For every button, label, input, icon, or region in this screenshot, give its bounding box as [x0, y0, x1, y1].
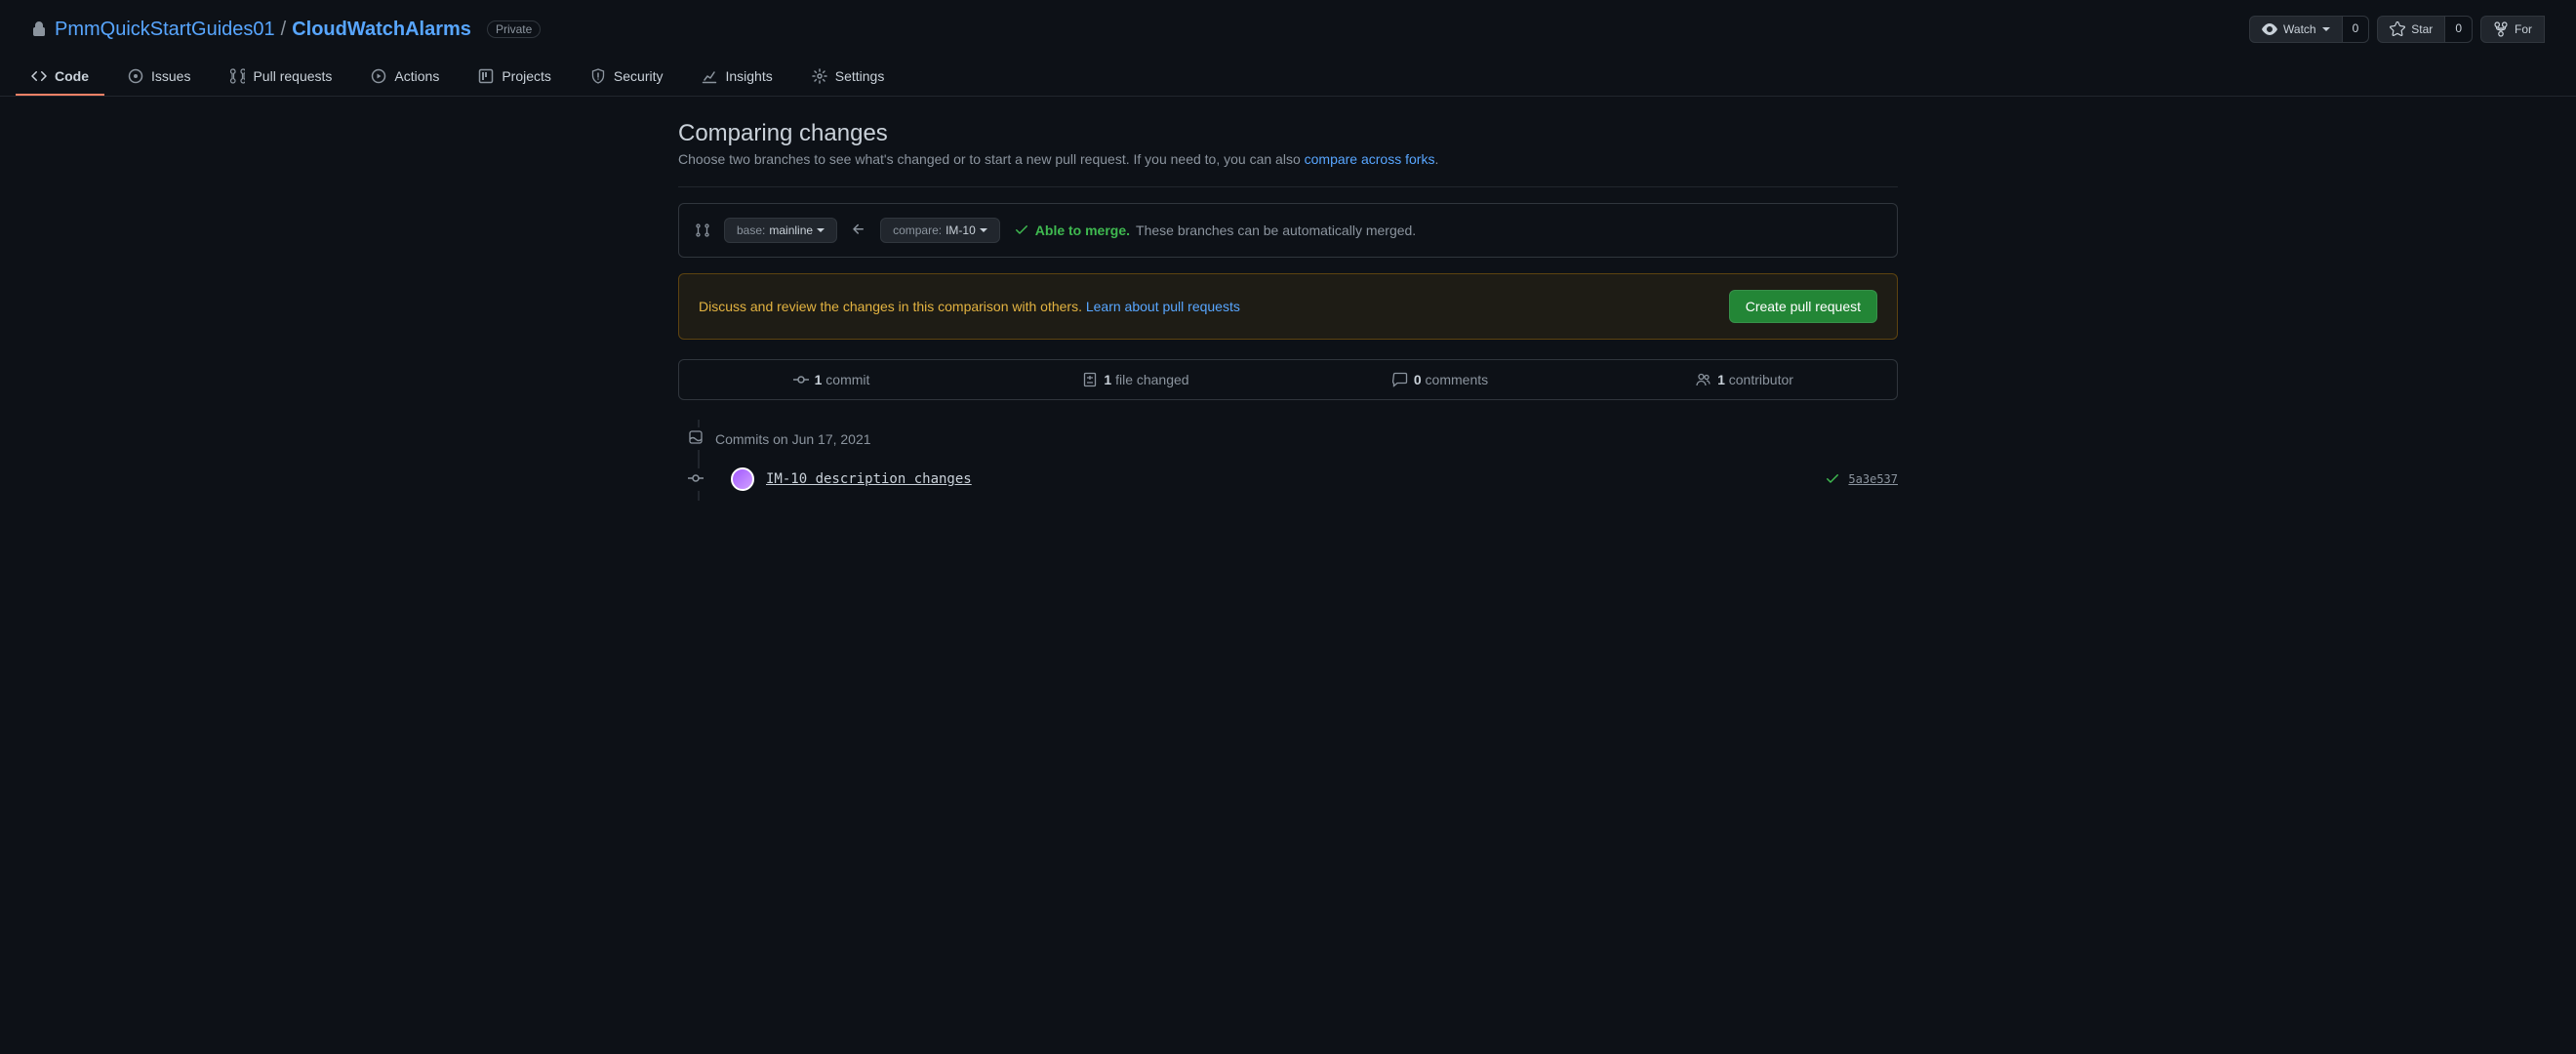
people-icon [1696, 372, 1711, 387]
base-branch-select[interactable]: base: mainline [724, 218, 837, 243]
check-icon [1014, 222, 1029, 240]
fork-button[interactable]: For [2480, 16, 2545, 43]
merge-status-detail: These branches can be automatically merg… [1136, 223, 1416, 238]
compare-icon [695, 223, 710, 238]
tab-actions[interactable]: Actions [355, 59, 455, 96]
issues-icon [128, 68, 143, 84]
range-editor: base: mainline compare: IM-10 Able to me… [678, 203, 1898, 258]
tab-code[interactable]: Code [16, 59, 104, 96]
stat-comments[interactable]: 0 comments [1288, 360, 1592, 399]
caret-down-icon [2322, 27, 2330, 31]
star-icon [2390, 21, 2405, 37]
compare-forks-link[interactable]: compare across forks [1305, 151, 1435, 167]
gear-icon [812, 68, 827, 84]
learn-pr-link[interactable]: Learn about pull requests [1086, 299, 1240, 314]
repo-owner-link[interactable]: PmmQuickStartGuides01 [55, 19, 275, 41]
commits-date-header: Commits on Jun 17, 2021 [715, 431, 871, 447]
lock-icon [31, 21, 47, 37]
stat-files[interactable]: 1 file changed [984, 360, 1288, 399]
create-pr-callout: Discuss and review the changes in this c… [678, 273, 1898, 340]
tab-pull-requests[interactable]: Pull requests [214, 59, 347, 96]
tab-security[interactable]: Security [575, 59, 679, 96]
compare-branch-select[interactable]: compare: IM-10 [880, 218, 1000, 243]
shield-icon [590, 68, 606, 84]
stat-contributors[interactable]: 1 contributor [1592, 360, 1897, 399]
actions-icon [371, 68, 386, 84]
page-subtitle: Choose two branches to see what's change… [678, 151, 1898, 187]
merge-status-label: Able to merge. [1035, 223, 1130, 238]
repo-name-link[interactable]: CloudWatchAlarms [292, 19, 471, 41]
fork-icon [2493, 21, 2509, 37]
commit-icon [793, 372, 809, 387]
commit-row: IM-10 description changes 5a3e537 [688, 458, 1898, 501]
comment-icon [1392, 372, 1408, 387]
star-button[interactable]: Star [2377, 16, 2445, 43]
watch-count[interactable]: 0 [2343, 16, 2370, 43]
tab-settings[interactable]: Settings [796, 59, 901, 96]
pull-request-icon [229, 68, 245, 84]
commit-sha-link[interactable]: 5a3e537 [1848, 472, 1898, 486]
visibility-badge: Private [487, 20, 541, 38]
projects-icon [478, 68, 494, 84]
eye-icon [2262, 21, 2277, 37]
tab-issues[interactable]: Issues [112, 59, 206, 96]
tab-insights[interactable]: Insights [686, 59, 787, 96]
caret-down-icon [980, 228, 987, 232]
commit-message-link[interactable]: IM-10 description changes [766, 471, 972, 487]
arrow-left-icon [851, 222, 866, 240]
tab-projects[interactable]: Projects [463, 59, 567, 96]
file-diff-icon [1082, 372, 1098, 387]
star-count[interactable]: 0 [2445, 16, 2473, 43]
repo-breadcrumb: PmmQuickStartGuides01 / CloudWatchAlarms [55, 19, 471, 41]
commits-group-icon [688, 427, 704, 450]
watch-button[interactable]: Watch [2249, 16, 2343, 43]
caret-down-icon [817, 228, 825, 232]
code-icon [31, 68, 47, 84]
commit-dot-icon [688, 468, 704, 491]
avatar[interactable] [731, 467, 754, 491]
insights-icon [702, 68, 717, 84]
page-title: Comparing changes [678, 120, 1898, 147]
stat-commits[interactable]: 1 commit [679, 360, 984, 399]
create-pull-request-button[interactable]: Create pull request [1729, 290, 1877, 323]
status-check-icon[interactable] [1825, 470, 1840, 489]
